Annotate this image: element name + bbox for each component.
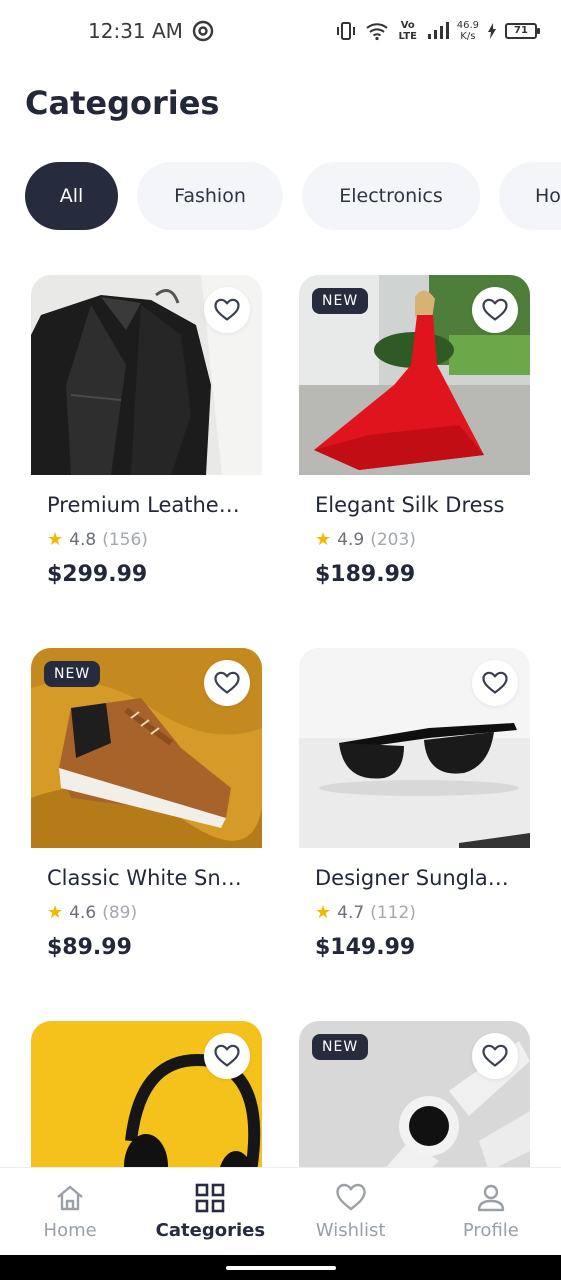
page-title: Categories — [25, 84, 220, 122]
product-image — [31, 275, 262, 475]
new-badge: NEW — [312, 1034, 369, 1060]
chip-electronics[interactable]: Electronics — [302, 162, 480, 230]
review-count: (112) — [370, 902, 416, 923]
rating-value: 4.9 — [337, 529, 365, 550]
nav-profile-label: Profile — [462, 1220, 519, 1241]
chip-fashion[interactable]: Fashion — [137, 162, 283, 230]
nav-profile[interactable]: Profile — [421, 1168, 561, 1255]
new-badge: NEW — [312, 288, 369, 314]
product-price: $89.99 — [47, 935, 132, 960]
product-rating: ★ 4.8 (156) — [47, 529, 246, 550]
chip-home[interactable]: Ho — [499, 162, 561, 230]
wishlist-button[interactable] — [472, 1033, 518, 1079]
nav-wishlist-label: Wishlist — [315, 1220, 386, 1241]
product-card[interactable]: Designer Sunglasses ★ 4.7 (112) $149.99 — [299, 648, 530, 980]
heart-icon — [482, 298, 508, 321]
product-name: Elegant Silk Dress — [315, 493, 505, 517]
star-icon: ★ — [47, 529, 64, 550]
wishlist-button[interactable] — [204, 1033, 250, 1079]
bottom-nav: Home Categories Wishlist Profile — [0, 1167, 561, 1255]
wifi-icon — [366, 23, 388, 41]
nav-wishlist[interactable]: Wishlist — [281, 1168, 421, 1255]
network-type: Vo LTE — [398, 20, 417, 42]
home-icon — [57, 1185, 83, 1211]
heart-icon — [335, 1183, 366, 1211]
product-price: $299.99 — [47, 562, 148, 587]
new-badge: NEW — [44, 661, 101, 687]
product-price: $189.99 — [315, 562, 416, 587]
at-icon — [192, 20, 214, 42]
grid-icon — [196, 1183, 225, 1213]
heart-icon — [482, 671, 508, 694]
product-card[interactable]: NEW Elegant Silk Dress ★ 4.9 (203) $189.… — [299, 275, 530, 607]
status-bar: 12:31 AM Vo LTE 46.9 K/s 71 — [0, 0, 561, 64]
product-image — [299, 648, 530, 848]
star-icon: ★ — [47, 902, 64, 923]
product-name: Designer Sunglasses — [315, 866, 514, 890]
product-rating: ★ 4.6 (89) — [47, 902, 246, 923]
wishlist-button[interactable] — [204, 660, 250, 706]
rating-value: 4.8 — [69, 529, 97, 550]
product-rating: ★ 4.7 (112) — [315, 902, 514, 923]
wishlist-button[interactable] — [204, 287, 250, 333]
nav-home-label: Home — [43, 1220, 97, 1241]
battery-icon: 71 — [505, 23, 540, 39]
review-count: (203) — [370, 529, 416, 550]
product-info: Elegant Silk Dress ★ 4.9 (203) $189.99 — [299, 475, 530, 607]
profile-icon — [477, 1184, 505, 1212]
home-indicator[interactable] — [226, 1266, 336, 1270]
product-image: NEW — [299, 275, 530, 475]
review-count: (89) — [102, 902, 138, 923]
product-info: Premium Leather Jacket ★ 4.8 (156) $299.… — [31, 475, 262, 607]
nav-categories-label: Categories — [155, 1220, 266, 1241]
nav-home[interactable]: Home — [0, 1168, 140, 1255]
signal-icon — [427, 22, 449, 39]
rating-value: 4.7 — [337, 902, 365, 923]
product-info: Designer Sunglasses ★ 4.7 (112) $149.99 — [299, 848, 530, 980]
heart-icon — [214, 671, 240, 694]
rating-value: 4.6 — [69, 902, 97, 923]
wishlist-button[interactable] — [472, 287, 518, 333]
product-card[interactable]: NEW Classic White Sneakers ★ 4.6 (89) $8… — [31, 648, 262, 980]
review-count: (156) — [102, 529, 148, 550]
star-icon: ★ — [315, 902, 332, 923]
heart-icon — [214, 1044, 240, 1067]
heart-icon — [214, 298, 240, 321]
nav-categories[interactable]: Categories — [140, 1168, 280, 1255]
product-price: $149.99 — [315, 935, 416, 960]
product-image: NEW — [31, 648, 262, 848]
product-info: Classic White Sneakers ★ 4.6 (89) $89.99 — [31, 848, 262, 980]
chip-all[interactable]: All — [25, 162, 118, 230]
product-name: Classic White Sneakers — [47, 866, 246, 890]
net-speed: 46.9 K/s — [456, 20, 479, 42]
vibrate-icon — [336, 22, 355, 40]
product-rating: ★ 4.9 (203) — [315, 529, 514, 550]
product-name: Premium Leather Jacket — [47, 493, 246, 517]
gesture-bar — [0, 1255, 561, 1280]
category-chips: All Fashion Electronics Ho — [25, 162, 561, 232]
status-time: 12:31 AM — [88, 19, 183, 43]
product-card[interactable]: Premium Leather Jacket ★ 4.8 (156) $299.… — [31, 275, 262, 607]
status-icons: Vo LTE 46.9 K/s 71 — [335, 16, 540, 46]
heart-icon — [482, 1044, 508, 1067]
wishlist-button[interactable] — [472, 660, 518, 706]
star-icon: ★ — [315, 529, 332, 550]
charging-icon — [488, 23, 496, 39]
